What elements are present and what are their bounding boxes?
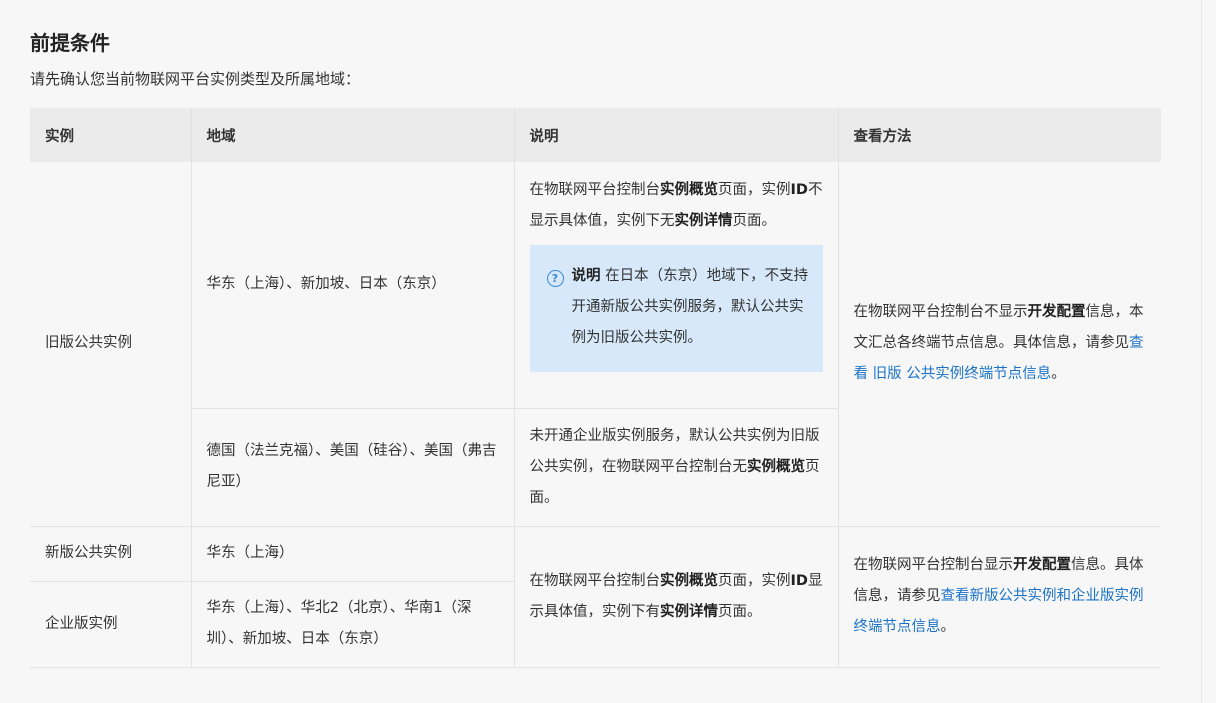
header-region: 地域 xyxy=(190,108,514,162)
header-description: 说明 xyxy=(513,108,838,162)
section-intro: 请先确认您当前物联网平台实例类型及所属地域： xyxy=(30,70,361,88)
cell-view-method-new: 在物联网平台控制台显示开发配置信息。具体信息，请参见查看新版公共实例和企业版实例… xyxy=(837,526,1161,668)
note-label: 说明 xyxy=(571,268,601,284)
cell-region-enterprise: 华东（上海）、华北2（北京）、华南1（深圳）、新加坡、日本（东京） xyxy=(190,581,514,668)
question-circle-icon: ? xyxy=(546,270,564,287)
cell-instance-old-public: 旧版公共实例 xyxy=(30,162,191,527)
cell-region-old-b: 德国（法兰克福）、美国（硅谷）、美国（弗吉尼亚） xyxy=(190,408,514,527)
cell-region-old-a: 华东（上海）、新加坡、日本（东京） xyxy=(190,162,514,409)
cell-instance-enterprise: 企业版实例 xyxy=(30,581,191,668)
instance-region-table: 实例 地域 说明 查看方法 旧版公共实例 华东（上海）、新加坡、日本（东京） 在… xyxy=(30,108,1161,668)
cell-description-old-a: 在物联网平台控制台实例概览页面，实例ID不显示具体值，实例下无实例详情页面。 ?… xyxy=(513,162,838,409)
cell-description-new: 在物联网平台控制台实例概览页面，实例ID显示具体值，实例下有实例详情页面。 xyxy=(513,526,838,668)
table-row: 旧版公共实例 华东（上海）、新加坡、日本（东京） 在物联网平台控制台实例概览页面… xyxy=(30,162,1161,527)
header-instance: 实例 xyxy=(30,108,191,162)
section-title: 前提条件 xyxy=(30,31,110,55)
prerequisites-section: 前提条件 请先确认您当前物联网平台实例类型及所属地域： xyxy=(30,28,1161,90)
table-header-row: 实例 地域 说明 查看方法 xyxy=(30,108,1161,162)
header-view-method: 查看方法 xyxy=(837,108,1161,162)
note-text: 在日本（东京）地域下，不支持开通新版公共实例服务，默认公共实例为旧版公共实例。 xyxy=(571,268,809,346)
note-box: ? 说明 在日本（东京）地域下，不支持开通新版公共实例服务，默认公共实例为旧版公… xyxy=(529,245,823,372)
vertical-scrollbar[interactable] xyxy=(1201,0,1216,703)
cell-region-new-public: 华东（上海） xyxy=(190,526,514,582)
description-text: 在物联网平台控制台实例概览页面，实例ID不显示具体值，实例下无实例详情页面。 xyxy=(529,182,823,229)
cell-description-old-b: 未开通企业版实例服务，默认公共实例为旧版公共实例，在物联网平台控制台无实例概览页… xyxy=(513,408,838,527)
cell-view-method-old: 在物联网平台控制台不显示开发配置信息，本文汇总各终端节点信息。具体信息，请参见查… xyxy=(837,162,1161,527)
cell-instance-new-public: 新版公共实例 xyxy=(30,526,191,582)
table-row: 新版公共实例 华东（上海） 在物联网平台控制台实例概览页面，实例ID显示具体值，… xyxy=(30,526,1161,668)
